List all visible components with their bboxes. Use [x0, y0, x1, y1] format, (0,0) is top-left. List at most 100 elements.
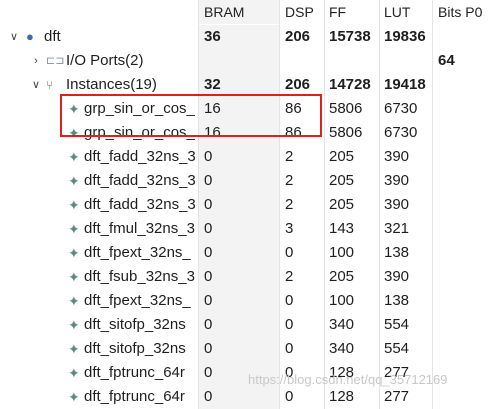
cell-ff: 15738	[329, 28, 371, 45]
cell-ff	[325, 49, 379, 73]
cell-bits	[433, 169, 490, 193]
cell-lut: 390	[384, 196, 410, 213]
table-row[interactable]: ✦ grp_sin_or_cos_ 16 86 5806 6730	[0, 121, 490, 145]
instance-icon: ✦	[68, 269, 80, 285]
table-row[interactable]: ✦ dft_fpext_32ns_ 0 0 100 138	[0, 241, 490, 265]
cell-ff: 205	[329, 196, 355, 213]
cell-bits	[433, 217, 490, 241]
instance-icon: ✦	[68, 221, 80, 237]
row-name: dft	[44, 28, 61, 45]
instance-icon: ✦	[68, 365, 80, 381]
header-bits[interactable]: Bits P0	[433, 0, 490, 24]
cell-bits	[433, 193, 490, 217]
cell-dsp: 206	[285, 76, 311, 93]
table-row[interactable]: ✦ dft_fpext_32ns_ 0 0 100 138	[0, 289, 490, 313]
table-row[interactable]: ✦ dft_fadd_32ns_3 0 2 205 390	[0, 193, 490, 217]
cell-bram: 0	[199, 193, 279, 217]
cell-lut: 277	[384, 388, 410, 405]
cell-lut: 6730	[384, 100, 418, 117]
cell-bram: 0	[199, 385, 279, 409]
instance-icon: ✦	[68, 173, 80, 189]
cell-bram: 0	[199, 289, 279, 313]
row-name: Instances(19)	[66, 76, 157, 93]
row-name: dft_fadd_32ns_3	[84, 172, 196, 189]
cell-bram	[199, 49, 279, 73]
cell-bits	[433, 73, 490, 97]
instance-icon: ✦	[68, 125, 80, 141]
cell-ff: 14728	[329, 76, 371, 93]
row-name: dft_fadd_32ns_3	[84, 196, 196, 213]
cell-dsp: 2	[285, 148, 294, 165]
header-ff[interactable]: FF	[325, 0, 379, 24]
row-name: dft_sitofp_32ns	[84, 340, 186, 357]
row-name: grp_sin_or_cos_	[84, 100, 195, 117]
column-divider	[379, 0, 380, 409]
cell-dsp: 206	[285, 28, 311, 45]
cell-dsp: 2	[285, 172, 294, 189]
table-row[interactable]: ✦ dft_sitofp_32ns 0 0 340 554	[0, 337, 490, 361]
table-row[interactable]: ✦ dft_fadd_32ns_3 0 2 205 390	[0, 169, 490, 193]
row-name: I/O Ports(2)	[66, 52, 144, 69]
cell-bram: 0	[199, 169, 279, 193]
row-name: dft_fpext_32ns_	[84, 292, 191, 309]
cell-dsp: 0	[285, 340, 294, 357]
cell-ff: 5806	[329, 100, 363, 117]
table-row[interactable]: ∨ ● dft 36 206 15738 19836	[0, 25, 490, 49]
row-name: dft_fpext_32ns_	[84, 244, 191, 261]
cell-bram: 0	[199, 145, 279, 169]
instance-icon: ✦	[68, 341, 80, 357]
cell-bram: 16	[199, 121, 279, 145]
cell-dsp: 86	[285, 100, 302, 117]
row-name: dft_fptrunc_64r	[84, 364, 185, 381]
cell-dsp: 86	[285, 124, 302, 141]
cell-ff: 205	[329, 268, 355, 285]
table-row[interactable]: ✦ dft_fsub_32ns_3 0 2 205 390	[0, 265, 490, 289]
cell-lut: 390	[384, 268, 410, 285]
table-row[interactable]: ✦ dft_fptrunc_64r 0 0 128 277	[0, 385, 490, 409]
header-lut[interactable]: LUT	[380, 0, 432, 24]
instance-icon: ✦	[68, 293, 80, 309]
row-name: dft_fptrunc_64r	[84, 388, 185, 405]
header-dsp[interactable]: DSP	[280, 0, 324, 24]
table-row[interactable]: › ⊏⊐ I/O Ports(2) 64	[0, 49, 490, 73]
table-row[interactable]: ✦ grp_sin_or_cos_ 16 86 5806 6730	[0, 97, 490, 121]
cell-dsp: 3	[285, 220, 294, 237]
header-bram[interactable]: BRAM	[199, 0, 279, 24]
cell-bits	[433, 313, 490, 337]
expand-chevron-right-icon[interactable]: ›	[30, 49, 42, 73]
cell-bram: 0	[199, 313, 279, 337]
cell-lut: 138	[384, 244, 410, 261]
cell-dsp: 0	[285, 244, 294, 261]
cell-ff: 100	[329, 244, 355, 261]
instances-tree-icon: ⑂	[46, 78, 54, 92]
io-ports-icon: ⊏⊐	[46, 55, 65, 67]
module-dot-icon: ●	[26, 29, 34, 44]
cell-bits	[433, 25, 490, 49]
cell-lut: 321	[384, 220, 410, 237]
column-divider	[432, 0, 433, 409]
cell-bits: 64	[438, 52, 455, 69]
cell-bits	[433, 145, 490, 169]
cell-bram: 32	[199, 73, 279, 97]
cell-ff: 340	[329, 316, 355, 333]
cell-ff: 100	[329, 292, 355, 309]
cell-lut: 390	[384, 148, 410, 165]
cell-ff: 5806	[329, 124, 363, 141]
cell-lut: 390	[384, 172, 410, 189]
instance-icon: ✦	[68, 149, 80, 165]
table-row[interactable]: ✦ dft_fadd_32ns_3 0 2 205 390	[0, 145, 490, 169]
table-row[interactable]: ✦ dft_sitofp_32ns 0 0 340 554	[0, 313, 490, 337]
header-name	[0, 0, 198, 24]
row-name: dft_fmul_32ns_3	[84, 220, 195, 237]
table-row[interactable]: ✦ dft_fmul_32ns_3 0 3 143 321	[0, 217, 490, 241]
expand-chevron-down-icon[interactable]: ∨	[8, 25, 20, 49]
instance-icon: ✦	[68, 245, 80, 261]
cell-dsp: 0	[285, 292, 294, 309]
watermark-text: https://blog.csdn.net/qq_35712169	[248, 372, 448, 387]
table-row[interactable]: ∨ ⑂ Instances(19) 32 206 14728 19418	[0, 73, 490, 97]
cell-bram: 36	[199, 25, 279, 49]
expand-chevron-down-icon[interactable]: ∨	[30, 73, 42, 97]
cell-bits	[433, 121, 490, 145]
cell-bram: 0	[199, 265, 279, 289]
cell-bits	[433, 289, 490, 313]
